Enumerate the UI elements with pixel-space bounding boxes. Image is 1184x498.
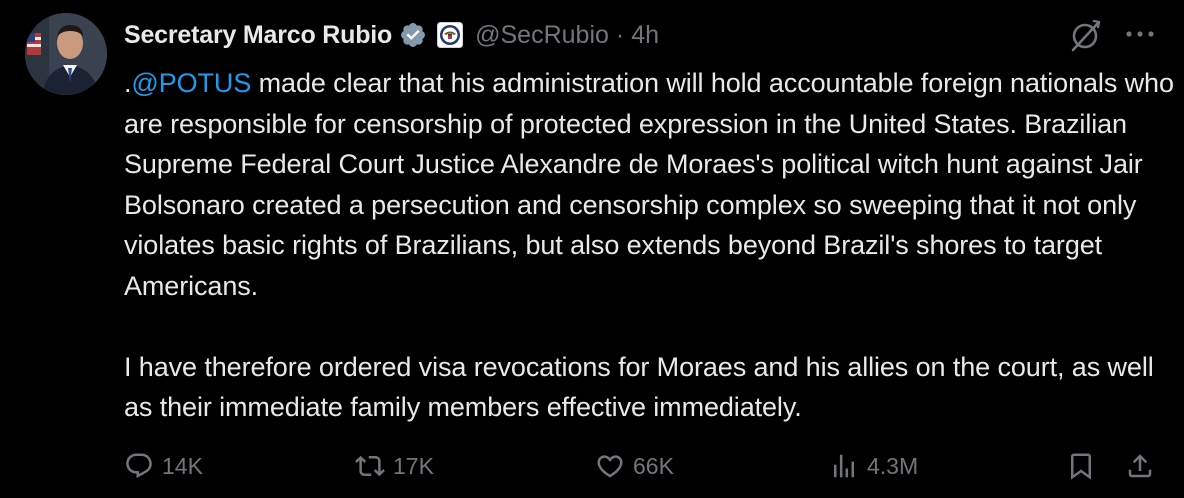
repost-icon: [355, 455, 385, 477]
action-bar: 14K 17K 66K 4.3M: [0, 448, 1184, 484]
post-paragraph-1: .@POTUS made clear that his administrati…: [124, 63, 1174, 306]
like-button[interactable]: 66K: [595, 448, 674, 484]
bookmark-icon: [1071, 453, 1091, 480]
author-handle[interactable]: @SecRubio: [475, 21, 609, 50]
post-paragraph-1-text: made clear that his administration will …: [124, 68, 1174, 301]
views-chart-icon: [834, 454, 854, 478]
reply-button[interactable]: 14K: [124, 448, 203, 484]
post-text: .@POTUS made clear that his administrati…: [124, 63, 1174, 428]
post-paragraph-2: I have therefore ordered visa revocation…: [124, 351, 1154, 423]
views-count: 4.3M: [867, 452, 919, 479]
reply-icon: [126, 453, 152, 479]
header-separator: ·: [615, 20, 625, 49]
heart-icon: [597, 455, 623, 478]
tweet[interactable]: Secretary Marco Rubio @SecRubio · 4h .@P…: [0, 0, 1184, 498]
share-button[interactable]: [1125, 448, 1155, 484]
mention-link[interactable]: @POTUS: [131, 68, 251, 98]
like-count: 66K: [633, 452, 674, 479]
grok-icon[interactable]: [1068, 17, 1104, 53]
share-icon: [1128, 454, 1152, 478]
post-header: Secretary Marco Rubio @SecRubio · 4h: [124, 15, 659, 55]
state-department-seal-icon[interactable]: [437, 22, 464, 48]
author-display-name[interactable]: Secretary Marco Rubio: [124, 21, 392, 50]
verified-badge-icon[interactable]: [399, 21, 427, 49]
views-button[interactable]: 4.3M: [829, 448, 918, 484]
bookmark-button[interactable]: [1066, 448, 1096, 484]
avatar[interactable]: [25, 13, 107, 95]
avatar-image: [25, 13, 107, 95]
repost-button[interactable]: 17K: [355, 448, 434, 484]
repost-count: 17K: [393, 452, 434, 479]
reply-count: 14K: [162, 452, 203, 479]
post-timestamp[interactable]: 4h: [631, 21, 659, 50]
more-options-icon[interactable]: [1122, 20, 1158, 48]
